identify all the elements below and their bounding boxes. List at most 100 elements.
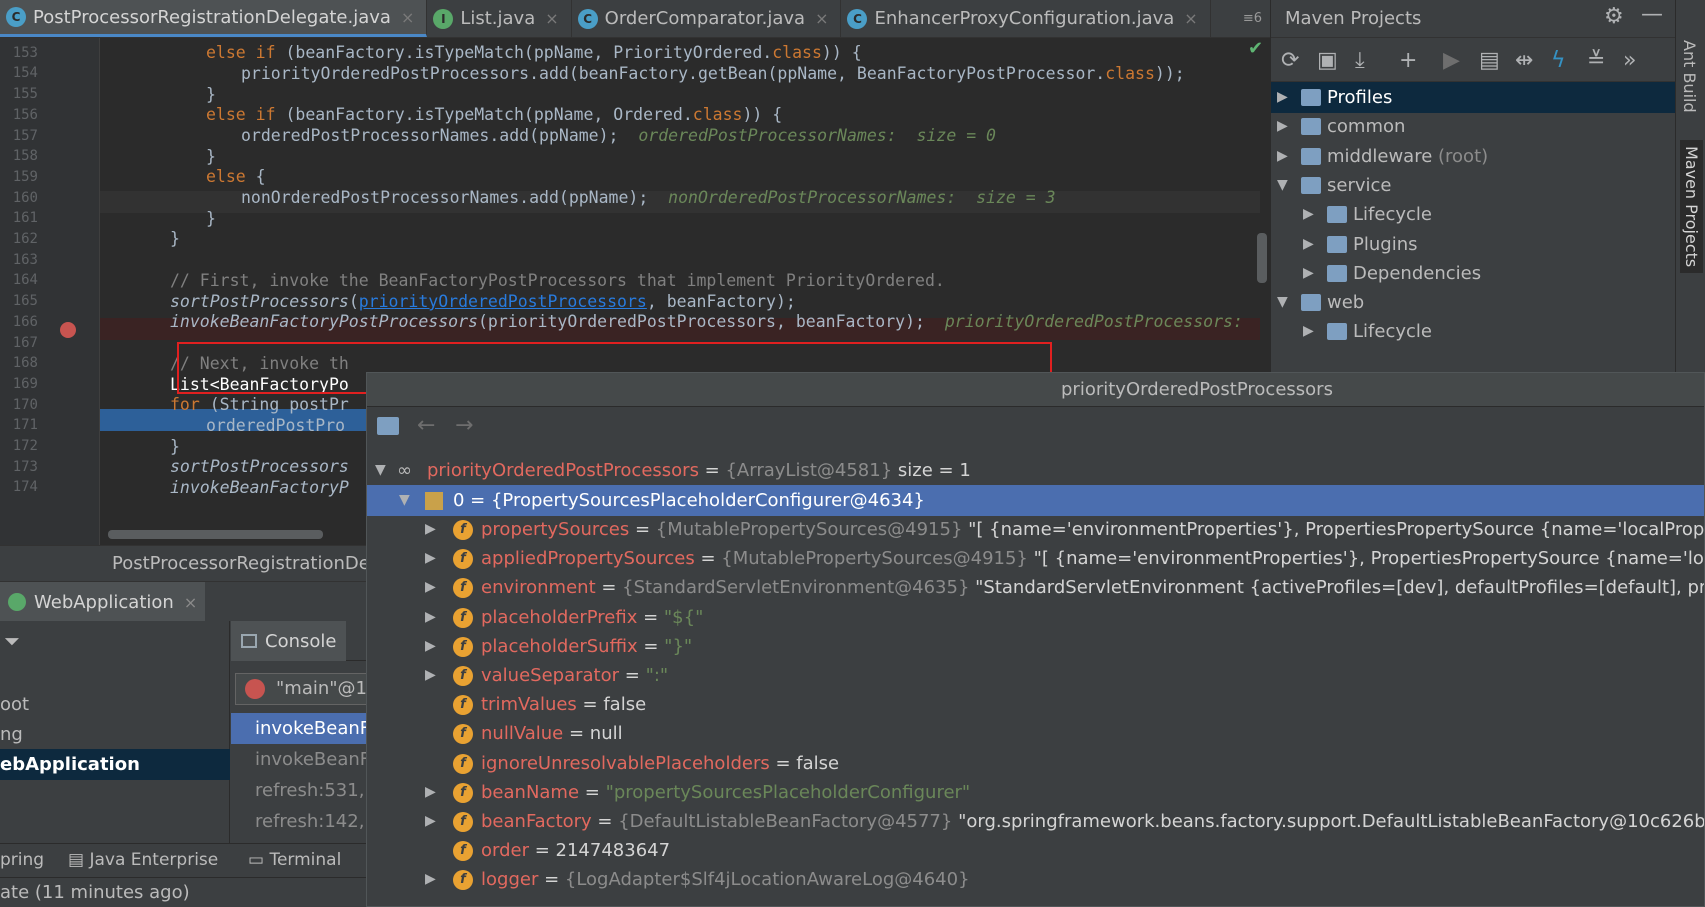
maven-tree-item[interactable]: ▶ Profiles bbox=[1271, 82, 1676, 113]
stack-frame[interactable]: refresh:531, / bbox=[231, 775, 370, 806]
folder-icon[interactable] bbox=[377, 417, 399, 435]
field-row[interactable]: ▶ f placeholderSuffix = "}" bbox=[367, 631, 1704, 662]
collapsed-arrow-icon[interactable]: ▶ bbox=[425, 543, 436, 574]
breadcrumb[interactable]: PostProcessorRegistrationDel bbox=[112, 553, 375, 574]
field-row[interactable]: f ignoreUnresolvablePlaceholders = false bbox=[367, 748, 1704, 779]
collapsed-arrow-icon[interactable]: ▶ bbox=[425, 777, 436, 808]
field-row[interactable]: ▶ f beanFactory = {DefaultListableBeanFact… bbox=[367, 806, 1704, 837]
maven-tree-item[interactable]: ▶ Lifecycle bbox=[1271, 199, 1676, 230]
field-row[interactable]: f trimValues = false bbox=[367, 689, 1704, 720]
code-line-158[interactable]: } bbox=[206, 146, 216, 168]
field-row[interactable]: ▶ f logger = {LogAdapter$Slf4jLocationAwar… bbox=[367, 864, 1704, 895]
maven-tree-item[interactable]: ▼ service bbox=[1271, 170, 1676, 201]
collapsed-arrow-icon[interactable]: ▶ bbox=[425, 806, 436, 837]
close-icon[interactable]: × bbox=[815, 9, 828, 28]
filter-icon[interactable]: ⏷ bbox=[4, 629, 20, 653]
add-icon[interactable]: + bbox=[1399, 48, 1417, 73]
back-arrow-icon[interactable]: ← bbox=[417, 413, 435, 438]
code-line-174[interactable]: invokeBeanFactoryP bbox=[170, 477, 349, 499]
tab-overflow-button[interactable]: ≡6 bbox=[1235, 0, 1270, 37]
stack-frame[interactable]: invokeBeanF bbox=[231, 713, 370, 744]
expanded-arrow-icon[interactable]: ▼ bbox=[399, 485, 410, 516]
download-icon[interactable]: ⤓ bbox=[1355, 48, 1365, 73]
field-row[interactable]: ▶ f valueSeparator = ":" bbox=[367, 660, 1704, 691]
code-line-162[interactable]: } bbox=[170, 228, 180, 250]
expanded-arrow-icon[interactable]: ▼ bbox=[375, 455, 386, 486]
collapsed-arrow-icon[interactable]: ▶ bbox=[425, 864, 436, 895]
collapse-icon[interactable]: ≚ bbox=[1587, 48, 1605, 73]
tab-0[interactable]: C PostProcessorRegistrationDelegate.java × bbox=[0, 0, 428, 37]
code-line-173[interactable]: sortPostProcessors bbox=[170, 456, 349, 478]
code-line-161[interactable]: } bbox=[206, 208, 216, 230]
skip-tests-icon[interactable]: ϟ bbox=[1551, 48, 1566, 73]
minimize-icon[interactable]: — bbox=[1641, 2, 1663, 27]
collapsed-arrow-icon[interactable]: ▶ bbox=[425, 514, 436, 545]
code-line-166[interactable]: invokeBeanFactoryPostProcessors(priority… bbox=[170, 311, 1243, 333]
list-item[interactable]: ebApplication bbox=[0, 749, 230, 780]
code-line-165[interactable]: sortPostProcessors(priorityOrderedPostPr… bbox=[170, 291, 796, 313]
field-row[interactable]: f nullValue = null bbox=[367, 718, 1704, 749]
code-line-155[interactable]: } bbox=[206, 84, 216, 106]
tab-2[interactable]: C OrderComparator.java × bbox=[572, 0, 842, 37]
tab-console[interactable]: Console bbox=[231, 621, 347, 661]
code-line-172[interactable]: } bbox=[170, 436, 180, 458]
run-icon[interactable]: ▶ bbox=[1443, 48, 1460, 73]
field-row[interactable]: ▶ f placeholderPrefix = "${" bbox=[367, 602, 1704, 633]
code-line-171[interactable]: orderedPostPro bbox=[206, 415, 345, 437]
gear-icon[interactable]: ⚙ bbox=[1604, 4, 1624, 29]
tab-java-enterprise[interactable]: ▤ Java Enterprise bbox=[68, 850, 218, 870]
collapsed-arrow-icon[interactable]: ▶ bbox=[1303, 316, 1314, 347]
code-line-170[interactable]: for (String postPr bbox=[170, 394, 349, 416]
editor-vertical-scrollbar[interactable] bbox=[1257, 233, 1267, 283]
collapsed-arrow-icon[interactable]: ▶ bbox=[1303, 229, 1314, 260]
refresh-icon[interactable]: ⟳ bbox=[1281, 48, 1299, 73]
collapsed-arrow-icon[interactable]: ▶ bbox=[1277, 111, 1288, 142]
collapsed-arrow-icon[interactable]: ▶ bbox=[1303, 258, 1314, 289]
field-row[interactable]: ▶ f beanName = "propertySourcesPlaceholder… bbox=[367, 777, 1704, 808]
collapsed-arrow-icon[interactable]: ▶ bbox=[1277, 82, 1288, 113]
collapsed-arrow-icon[interactable]: ▶ bbox=[425, 660, 436, 691]
close-icon[interactable]: × bbox=[401, 8, 414, 27]
run-config-tab[interactable]: WebApplication × bbox=[0, 582, 206, 622]
stack-frame[interactable]: invokeBeanF bbox=[231, 744, 370, 775]
maven-tree-item[interactable]: ▶ common bbox=[1271, 111, 1676, 142]
maven-tree-item[interactable]: ▶ Lifecycle bbox=[1271, 316, 1676, 347]
tab-spring[interactable]: pring bbox=[0, 850, 44, 870]
collapsed-arrow-icon[interactable]: ▶ bbox=[425, 572, 436, 603]
maven-tree-item[interactable]: ▶ middleware (root) bbox=[1271, 141, 1676, 172]
collapsed-arrow-icon[interactable]: ▶ bbox=[425, 602, 436, 633]
tab-3[interactable]: C EnhancerProxyConfiguration.java × bbox=[841, 0, 1211, 37]
variable-row-item-0[interactable]: ▼ 0 = {PropertySourcesPlaceholderConfigu… bbox=[367, 485, 1704, 516]
field-row[interactable]: ▶ f propertySources = {MutablePropertySour… bbox=[367, 514, 1704, 545]
field-row[interactable]: f order = 2147483647 bbox=[367, 835, 1704, 866]
close-icon[interactable]: × bbox=[545, 9, 558, 28]
maven-tree-item[interactable]: ▶ Plugins bbox=[1271, 229, 1676, 260]
collapsed-arrow-icon[interactable]: ▶ bbox=[425, 631, 436, 662]
collapsed-arrow-icon[interactable]: ▶ bbox=[1303, 199, 1314, 230]
stack-frame[interactable]: refresh:142, S bbox=[231, 806, 370, 837]
close-icon[interactable]: × bbox=[184, 593, 197, 612]
field-row[interactable]: ▶ f appliedPropertySources = {MutablePrope… bbox=[367, 543, 1704, 574]
code-line-164[interactable]: // First, invoke the BeanFactoryPostProc… bbox=[170, 270, 945, 292]
tab-terminal[interactable]: ▭ Terminal bbox=[248, 850, 341, 870]
code-line-154[interactable]: priorityOrderedPostProcessors.add(beanFa… bbox=[241, 63, 1185, 85]
expanded-arrow-icon[interactable]: ▼ bbox=[1277, 287, 1288, 318]
code-line-157[interactable]: orderedPostProcessorNames.add(ppName); o… bbox=[241, 125, 996, 147]
list-item[interactable]: oot bbox=[0, 689, 230, 720]
code-line-153[interactable]: else if (beanFactory.isTypeMatch(ppName,… bbox=[206, 42, 862, 64]
code-line-160[interactable]: nonOrderedPostProcessorNames.add(ppName)… bbox=[241, 187, 1056, 209]
more-icon[interactable]: » bbox=[1623, 48, 1636, 73]
forward-arrow-icon[interactable]: → bbox=[455, 413, 473, 438]
close-icon[interactable]: × bbox=[1184, 9, 1197, 28]
tab-1[interactable]: I List.java × bbox=[427, 0, 572, 37]
list-item[interactable]: ng bbox=[0, 719, 230, 750]
code-line-156[interactable]: else if (beanFactory.isTypeMatch(ppName,… bbox=[206, 104, 782, 126]
breakpoint-icon[interactable] bbox=[60, 322, 76, 338]
execute-goal-icon[interactable]: ▤ bbox=[1479, 48, 1500, 73]
code-line-159[interactable]: else { bbox=[206, 166, 266, 188]
field-row[interactable]: ▶ f environment = {StandardServletEnvironm… bbox=[367, 572, 1704, 603]
collapsed-arrow-icon[interactable]: ▶ bbox=[1277, 141, 1288, 172]
expanded-arrow-icon[interactable]: ▼ bbox=[1277, 170, 1288, 201]
reimport-icon[interactable]: ▣ bbox=[1317, 48, 1338, 73]
maven-projects-stripe-button[interactable]: Maven Projects bbox=[1680, 140, 1703, 274]
